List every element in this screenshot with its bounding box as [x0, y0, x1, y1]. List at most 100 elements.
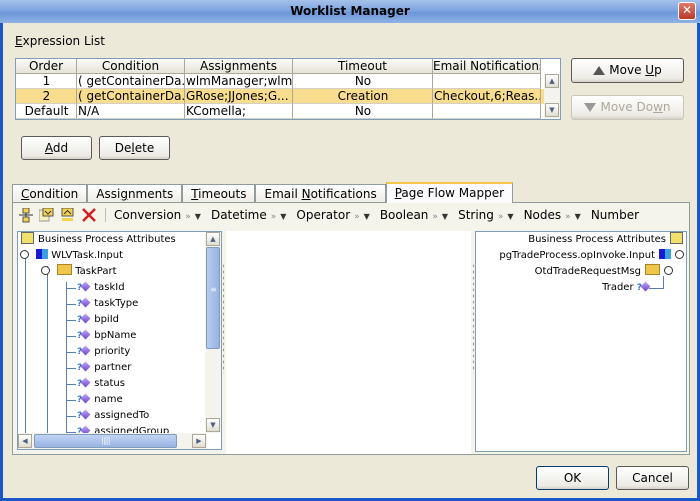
tree-node-field[interactable]: ? priority — [77, 344, 130, 360]
expression-list-label: Expression List — [15, 34, 105, 48]
cell-condition: ( getContainerDa... — [77, 89, 185, 104]
title-bar[interactable]: Worklist Manager ✕ — [0, 0, 700, 23]
field-icon — [640, 281, 651, 292]
column-header-order[interactable]: Order — [16, 59, 77, 74]
cell-assignments: wlmManager;wlm... — [185, 74, 293, 89]
tab-email-notifications[interactable]: Email Notifications — [255, 184, 386, 203]
field-icon — [80, 329, 91, 340]
table-header: Order Condition Assignments Timeout Emai… — [16, 59, 560, 74]
dialog-body: Expression List Order Condition Assignme… — [3, 23, 697, 498]
cell-order: 2 — [16, 89, 77, 104]
collapse-up-icon[interactable] — [59, 207, 76, 224]
table-row[interactable]: Default N/A KComella; No — [16, 104, 560, 119]
tree-node-root[interactable]: Business Process Attributes — [528, 232, 683, 248]
scroll-right-arrow-icon[interactable]: ▶ — [192, 434, 206, 448]
scroll-down-arrow-icon[interactable]: ▼ — [545, 103, 559, 117]
tree-node-field[interactable]: ? partner — [77, 360, 131, 376]
column-header-timeout[interactable]: Timeout — [293, 59, 433, 74]
tree-node-field[interactable]: ? status — [77, 376, 125, 392]
menu-operator[interactable]: Operator» ▼ — [296, 208, 369, 222]
message-icon — [659, 249, 671, 259]
field-label: assignedTo — [94, 410, 150, 421]
tree-node-root[interactable]: Business Process Attributes — [21, 232, 176, 248]
message-icon — [36, 249, 49, 259]
field-label: priority — [94, 346, 131, 357]
column-header-condition[interactable]: Condition — [77, 59, 185, 74]
table-row[interactable]: 1 ( getContainerDa... wlmManager;wlm... … — [16, 74, 560, 89]
scroll-up-arrow-icon[interactable]: ▲ — [206, 232, 220, 246]
field-icon — [80, 313, 91, 324]
scroll-down-arrow-icon[interactable]: ▼ — [206, 418, 220, 432]
source-tree-vertical-scrollbar[interactable]: ▲ ≡ ▼ — [205, 232, 221, 433]
source-tree: Business Process Attributes WLVTask.Inpu… — [17, 231, 222, 450]
scroll-thumb[interactable]: ≡ — [206, 247, 220, 349]
move-down-button[interactable]: Move Down — [571, 95, 684, 120]
cell-timeout: No — [293, 104, 433, 119]
scroll-up-arrow-icon[interactable]: ▲ — [545, 74, 559, 88]
close-icon[interactable]: ✕ — [678, 2, 696, 20]
tree-node-field[interactable]: ? assignedTo — [77, 408, 149, 424]
mapping-canvas[interactable] — [226, 231, 471, 454]
source-tree-horizontal-scrollbar[interactable]: ◀ ||||| ▶ — [18, 433, 207, 449]
expand-handle-icon — [20, 250, 29, 259]
expand-handle-icon — [675, 250, 684, 259]
scroll-thumb[interactable]: ||||| — [34, 434, 177, 448]
menu-boolean[interactable]: Boolean» ▼ — [380, 208, 448, 222]
add-button[interactable]: Add — [21, 136, 92, 160]
cancel-button[interactable]: Cancel — [616, 466, 689, 490]
menu-number[interactable]: Number — [591, 208, 639, 222]
arrow-up-icon — [593, 66, 606, 75]
column-header-email-notifications[interactable]: Email Notifications — [433, 59, 541, 74]
field-label: partner — [94, 362, 132, 373]
cell-email — [433, 74, 541, 89]
page-flow-mapper-panel: Conversion» ▼ Datetime» ▼ Operator» ▼ Boole… — [12, 202, 690, 455]
field-icon — [80, 409, 91, 420]
menu-conversion[interactable]: Conversion» ▼ — [114, 208, 201, 222]
collapse-down-icon[interactable] — [38, 207, 55, 224]
tree-node-field[interactable]: ? taskId — [77, 280, 125, 296]
worklist-manager-window: Worklist Manager ✕ Expression List Order… — [0, 0, 700, 501]
field-label: name — [94, 394, 123, 405]
tree-node-field[interactable]: ? bpiId — [77, 312, 119, 328]
table-row-selected[interactable]: 2 ( getContainerDa... GRose;JJones;G... … — [16, 89, 560, 104]
delete-icon[interactable] — [80, 207, 97, 224]
field-label: taskType — [94, 298, 139, 309]
scroll-left-arrow-icon[interactable]: ◀ — [18, 434, 32, 448]
cell-timeout: No — [293, 74, 433, 89]
tree-node-field[interactable]: ? taskType — [77, 296, 138, 312]
folder-icon — [645, 264, 660, 275]
column-header-assignments[interactable]: Assignments — [185, 59, 293, 74]
toolbar-separator — [105, 208, 106, 222]
move-up-button[interactable]: Move Up — [571, 58, 684, 83]
field-icon — [80, 297, 91, 308]
table-scrollbar[interactable]: ▲ ▼ — [544, 74, 560, 119]
package-icon — [21, 232, 34, 244]
tab-page-flow-mapper[interactable]: Page Flow Mapper — [385, 182, 514, 203]
menu-nodes[interactable]: Nodes» ▼ — [524, 208, 581, 222]
expand-tree-icon[interactable] — [17, 207, 34, 224]
tree-node-input[interactable]: pgTradeProcess.opInvoke.Input — [499, 248, 684, 264]
tab-timeouts[interactable]: Timeouts — [182, 184, 256, 203]
field-icon — [80, 377, 91, 388]
field-icon — [80, 281, 91, 292]
delete-button[interactable]: Delete — [99, 136, 170, 160]
field-icon — [80, 393, 91, 404]
tree-node-input[interactable]: WLVTask.Input — [20, 248, 123, 264]
expand-handle-icon — [41, 266, 50, 275]
tree-node-msg[interactable]: OtdTradeRequestMsg — [535, 264, 673, 280]
tree-node-taskpart[interactable]: TaskPart — [41, 264, 117, 280]
destination-tree: Business Process Attributes pgTradeProce… — [475, 231, 687, 452]
tab-assignments[interactable]: Assignments — [87, 184, 183, 203]
menu-string[interactable]: String» ▼ — [458, 208, 513, 222]
tab-condition[interactable]: Condition — [12, 184, 88, 203]
cell-condition: ( getContainerDa... — [77, 74, 185, 89]
tree-node-field[interactable]: ? name — [77, 392, 123, 408]
left-splitter[interactable] — [222, 263, 225, 373]
window-title: Worklist Manager — [290, 4, 410, 18]
tree-node-field[interactable]: ? bpName — [77, 328, 136, 344]
ok-button[interactable]: OK — [536, 466, 609, 490]
menu-datetime[interactable]: Datetime» ▼ — [211, 208, 286, 222]
expression-table: Order Condition Assignments Timeout Emai… — [15, 58, 561, 120]
cell-email: Checkout,6;Reas... — [433, 89, 541, 104]
tree-node-field[interactable]: Trader ? — [602, 280, 651, 296]
